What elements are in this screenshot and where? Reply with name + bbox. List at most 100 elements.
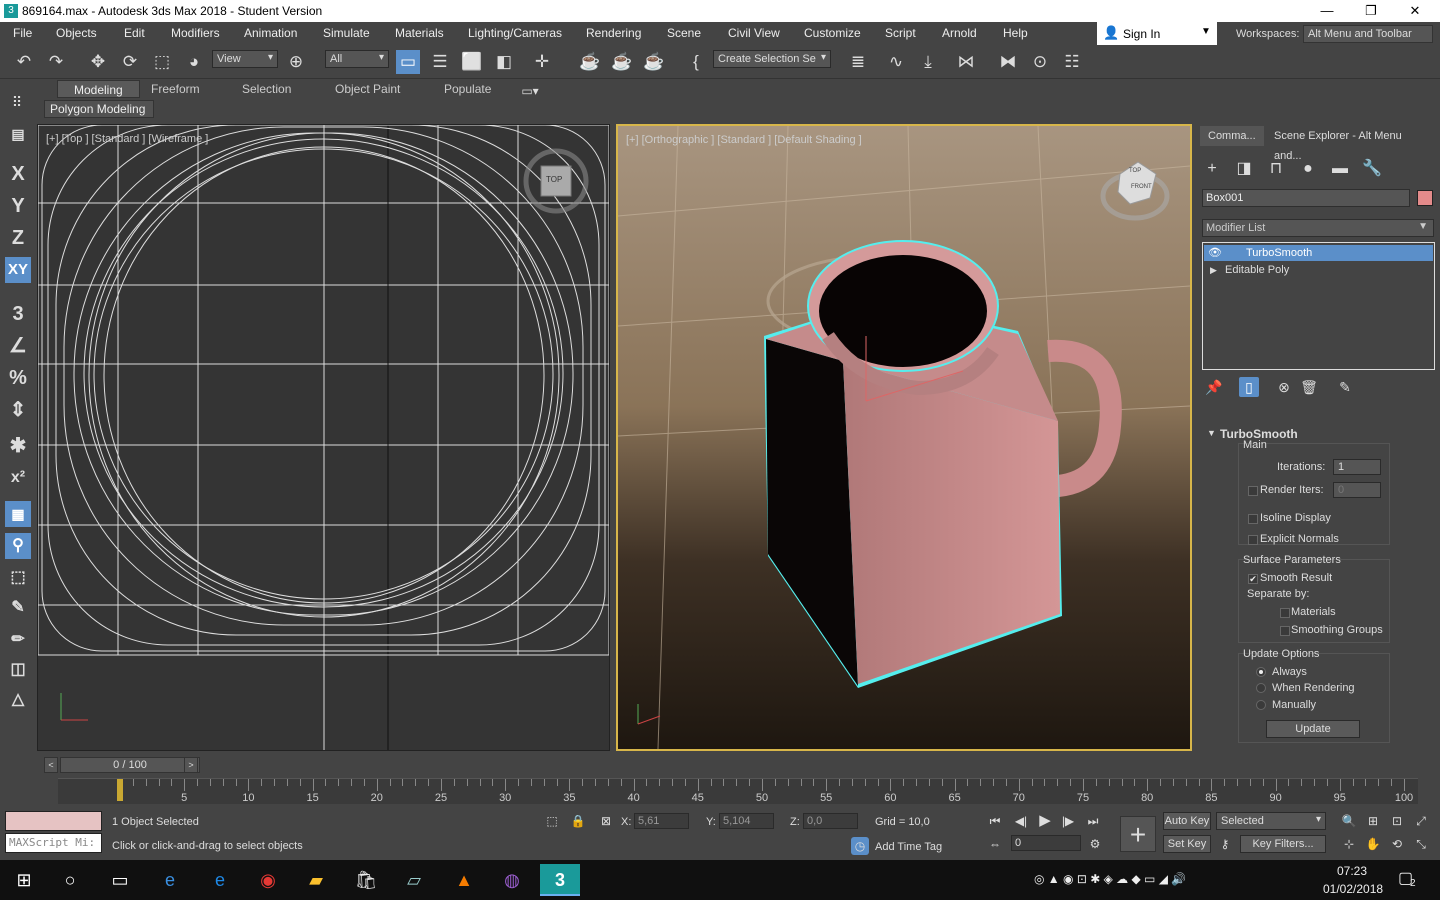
selection-filter-dropdown[interactable]: All: [325, 50, 389, 68]
menu-simulate[interactable]: Simulate: [323, 26, 370, 40]
ribbon-polygon-modeling[interactable]: Polygon Modeling: [44, 100, 154, 118]
modify-icon[interactable]: ◨: [1232, 158, 1256, 180]
snap-3d-icon[interactable]: 3: [5, 301, 31, 327]
ribbon-options-icon[interactable]: ▭▾: [518, 79, 542, 103]
menu-rendering[interactable]: Rendering: [586, 26, 641, 40]
3dsmax-taskbar-icon[interactable]: 3: [540, 864, 580, 896]
render-active-icon[interactable]: ☕: [642, 50, 666, 74]
snap-icon[interactable]: ✛: [530, 50, 554, 74]
zoom-icon[interactable]: 🔍: [1340, 812, 1358, 830]
pivot-icon[interactable]: ⊕: [284, 50, 308, 74]
chrome-icon[interactable]: ◉: [248, 864, 288, 896]
move-icon[interactable]: ✥: [86, 50, 110, 74]
tab-selection[interactable]: Selection: [226, 80, 307, 98]
layer-explorer-icon[interactable]: ≣: [846, 50, 870, 74]
time-cursor[interactable]: [117, 779, 123, 801]
smooth-result-checkbox[interactable]: ✔: [1248, 574, 1258, 584]
xform-icon[interactable]: x²: [5, 465, 31, 491]
collapse-icon[interactable]: ▼: [1207, 428, 1216, 438]
modifier-list-dropdown[interactable]: Modifier List ▼: [1202, 219, 1434, 237]
key-mode-icon[interactable]: ⇔: [986, 835, 1004, 853]
selection-lock-icon[interactable]: ⬚: [543, 812, 561, 830]
menu-file[interactable]: File: [13, 26, 32, 40]
maxscript-listener-color[interactable]: [5, 811, 102, 831]
motion-icon[interactable]: ●: [1296, 158, 1320, 180]
rect-selection-icon[interactable]: ⬜: [460, 50, 484, 74]
y-coordinate-field[interactable]: 5,104: [719, 813, 774, 829]
goto-end-icon[interactable]: ⏭: [1084, 812, 1102, 830]
tray-icons[interactable]: ◎ ▲ ◉ ⊡ ✱ ◈ ☁ ◆ ▭ ◢ 🔊: [1034, 872, 1186, 886]
zoom-extents-all-icon[interactable]: ⤢: [1412, 812, 1430, 830]
manually-radio[interactable]: [1256, 700, 1266, 710]
z-coordinate-field[interactable]: 0,0: [803, 813, 858, 829]
time-slider[interactable]: 0 / 100: [60, 757, 200, 773]
lock-icon[interactable]: 🔒: [569, 812, 587, 830]
pan-icon[interactable]: ✋: [1364, 835, 1382, 853]
menu-arnold[interactable]: Arnold: [942, 26, 977, 40]
tab-freeform[interactable]: Freeform: [135, 80, 216, 98]
schematic-view-icon[interactable]: ⋈: [954, 50, 978, 74]
auto-key-button[interactable]: Auto Key: [1163, 812, 1211, 830]
viewcube-top-label[interactable]: TOP: [546, 175, 562, 184]
isoline-display-checkbox[interactable]: [1248, 514, 1258, 524]
close-button[interactable]: ✕: [1392, 0, 1438, 22]
clock-time[interactable]: 07:23: [1337, 864, 1367, 878]
maximize-viewport-icon[interactable]: ⤡: [1412, 835, 1430, 853]
set-key-button[interactable]: Set Key: [1163, 835, 1211, 853]
key-filters-button[interactable]: Key Filters...: [1240, 835, 1326, 853]
key-set-dropdown[interactable]: Selected: [1216, 812, 1326, 830]
viewport-ortho-label[interactable]: [+] [Orthographic ] [Standard ] [Default…: [626, 134, 862, 146]
reference-coord-dropdown[interactable]: View: [212, 50, 278, 68]
hierarchy-icon[interactable]: ⊓: [1264, 158, 1288, 180]
edge-icon[interactable]: e: [200, 864, 240, 896]
angle-snap-icon[interactable]: ∠: [5, 333, 31, 359]
named-selection-dropdown[interactable]: Create Selection Se: [713, 50, 831, 68]
paint-select-icon[interactable]: ⚲: [5, 533, 31, 559]
render-iters-checkbox[interactable]: [1248, 486, 1258, 496]
menu-animation[interactable]: Animation: [244, 26, 297, 40]
pin-stack-icon[interactable]: 📌: [1204, 377, 1224, 397]
object-name-field[interactable]: Box001: [1202, 189, 1410, 207]
utilities-icon[interactable]: 🔧: [1360, 158, 1384, 180]
update-button[interactable]: Update: [1266, 720, 1360, 738]
clock-date[interactable]: 01/02/2018: [1323, 882, 1383, 896]
menu-scene[interactable]: Scene: [667, 26, 701, 40]
maximize-button[interactable]: ❐: [1348, 0, 1394, 22]
zoom-extents-icon[interactable]: ⊡: [1388, 812, 1406, 830]
x-coordinate-field[interactable]: 5,61: [634, 813, 689, 829]
isolate-icon[interactable]: ✱: [5, 433, 31, 459]
teapot-render-icon[interactable]: ☕: [578, 50, 602, 74]
menu-help[interactable]: Help: [1003, 26, 1028, 40]
render-frame-icon[interactable]: ☕: [610, 50, 634, 74]
zoom-all-icon[interactable]: ⊞: [1364, 812, 1382, 830]
mirror-icon[interactable]: ⧓: [996, 50, 1020, 74]
ribbon-dots-icon[interactable]: ⠿: [5, 90, 29, 114]
add-time-tag[interactable]: Add Time Tag: [875, 841, 942, 853]
tab-object-paint[interactable]: Object Paint: [319, 80, 416, 98]
undo-icon[interactable]: ↶: [12, 50, 36, 74]
time-next-arrow[interactable]: >: [184, 757, 198, 773]
stack-item-editable-poly[interactable]: ▶ Editable Poly: [1204, 262, 1433, 278]
viewcube-front-face[interactable]: FRONT: [1131, 184, 1152, 190]
minimize-button[interactable]: —: [1304, 0, 1350, 22]
search-icon[interactable]: ○: [50, 864, 90, 896]
pencil-icon[interactable]: ✏: [5, 627, 31, 653]
toggle-ribbon-icon[interactable]: ☷: [1060, 50, 1084, 74]
axis-x-button[interactable]: X: [5, 161, 31, 187]
key-filter-icon[interactable]: ⚷: [1216, 835, 1234, 853]
show-end-result-icon[interactable]: ▯: [1239, 377, 1259, 397]
viewcube-top-face[interactable]: TOP: [1129, 168, 1141, 174]
edit-named-sets-icon[interactable]: {: [684, 50, 708, 74]
scale-icon[interactable]: ⬚: [150, 50, 174, 74]
tab-scene-explorer[interactable]: Scene Explorer - Alt Menu and...: [1266, 126, 1440, 162]
goto-start-icon[interactable]: ⏮: [986, 812, 1004, 830]
windows-start-icon[interactable]: ⊞: [4, 864, 44, 896]
rotate-icon[interactable]: ⟳: [118, 50, 142, 74]
tab-command-panel[interactable]: Comma...: [1200, 126, 1264, 146]
menu-script[interactable]: Script: [885, 26, 916, 40]
axis-z-button[interactable]: Z: [5, 225, 31, 251]
window-icon[interactable]: ◫: [5, 657, 31, 683]
stack-item-turbosmooth[interactable]: 👁 TurboSmooth: [1204, 245, 1433, 261]
axis-xy-button[interactable]: XY: [5, 257, 31, 283]
menu-objects[interactable]: Objects: [56, 26, 97, 40]
